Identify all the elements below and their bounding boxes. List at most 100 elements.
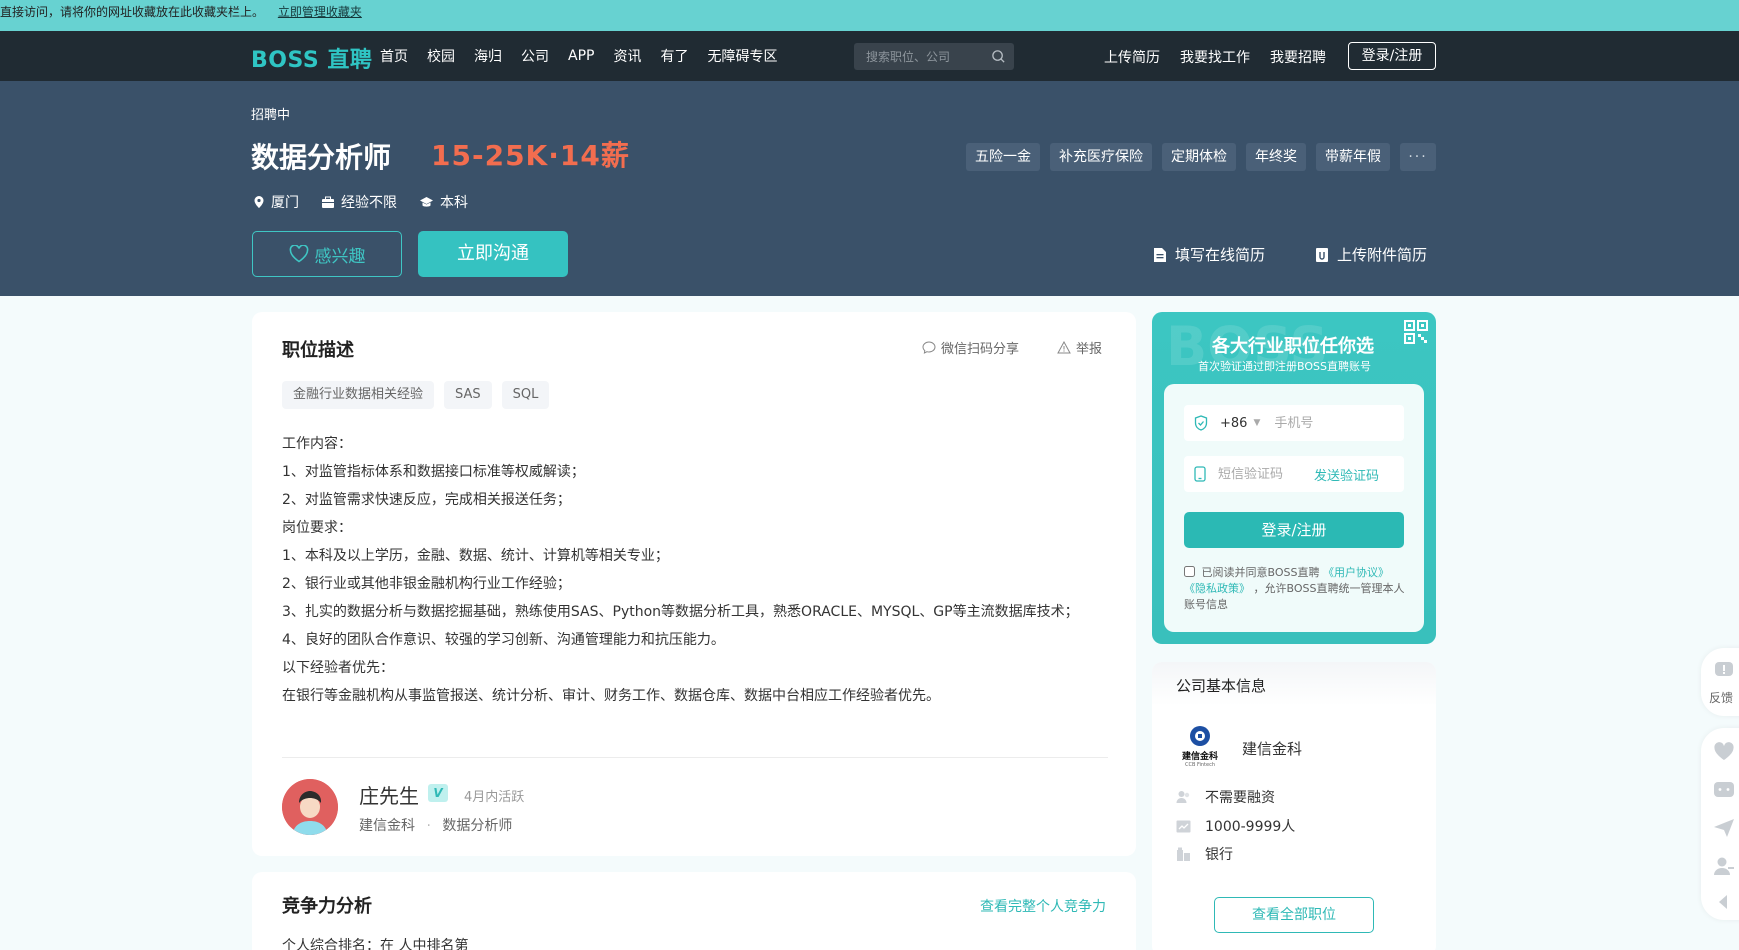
interest-button[interactable]: 感兴趣: [252, 231, 402, 277]
company-logo[interactable]: 建信金科 CCB Fintech: [1175, 725, 1225, 769]
chat-bubble-icon: [922, 341, 936, 354]
nav-news[interactable]: 资讯: [613, 46, 641, 66]
phone-field: +86 ▼: [1184, 405, 1404, 441]
interest-label: 感兴趣: [314, 246, 366, 267]
header-search: [854, 43, 1014, 70]
recruiter-avatar[interactable]: [282, 779, 338, 835]
sms-code-field: 发送验证码: [1184, 456, 1404, 492]
company-size: 1000-9999人: [1176, 816, 1295, 836]
description-line: 1、本科及以上学历，金融、数据、统计、计算机等相关专业；: [282, 548, 669, 564]
nav-company[interactable]: 公司: [521, 46, 549, 66]
online-resume-label: 填写在线简历: [1175, 246, 1266, 264]
industry-text: 银行: [1205, 847, 1233, 863]
job-city-text: 厦门: [271, 195, 299, 211]
find-job-link[interactable]: 我要找工作: [1180, 47, 1250, 67]
skill-tag: SAS: [444, 381, 492, 409]
collapse-arrow-icon[interactable]: [1717, 894, 1729, 910]
ccb-logo-icon: [1190, 726, 1210, 746]
job-degree-text: 本科: [440, 195, 468, 211]
benefit-tag: 五险一金: [966, 143, 1040, 171]
benefit-tags: 五险一金 补充医疗保险 定期体检 年终奖 带薪年假 ···: [956, 143, 1436, 171]
job-experience: 经验不限: [321, 192, 397, 212]
login-card: BOSS 各大行业职位任你选 首次验证通过即注册BOSS直聘账号 +86 ▼ 发…: [1152, 312, 1436, 644]
upload-attachment-label: 上传附件简历: [1337, 246, 1428, 264]
sms-code-input[interactable]: [1218, 466, 1308, 482]
company-card-title: 公司基本信息: [1176, 677, 1267, 695]
user-agreement-link[interactable]: 《用户协议》: [1323, 566, 1389, 579]
description-line: 2、对监管需求快速反应，完成相关报送任务；: [282, 492, 571, 508]
people-icon: [1176, 791, 1190, 803]
company-card-header: 公司基本信息: [1152, 662, 1436, 706]
agreement-checkbox[interactable]: [1184, 566, 1195, 577]
company-logo-text: 建信金科: [1181, 752, 1218, 762]
manage-favorites-link[interactable]: 立即管理收藏夹: [278, 5, 362, 19]
nav-overseas[interactable]: 海归: [474, 46, 502, 66]
job-status: 招聘中: [251, 108, 291, 123]
resume-icon: [1154, 247, 1166, 262]
job-description-card: 职位描述 微信扫码分享 举报 金融行业数据相关经验 SAS SQL 工作内容： …: [252, 312, 1136, 856]
search-icon[interactable]: [991, 49, 1006, 64]
agreement-text: 已阅读并同意BOSS直聘 《用户协议》 《隐私政策》 ，允许BOSS直聘统一管理…: [1184, 565, 1406, 613]
send-code-button[interactable]: 发送验证码: [1314, 465, 1379, 484]
feedback-widget[interactable]: 反馈: [1701, 648, 1739, 716]
attachment-icon: [1316, 247, 1328, 262]
competition-title: 竞争力分析: [282, 896, 372, 917]
benefit-tag: 定期体检: [1162, 143, 1236, 171]
report-button[interactable]: 举报: [1057, 338, 1102, 357]
boss-logo[interactable]: BOSS 直聘: [251, 42, 372, 74]
user-icon[interactable]: [1713, 856, 1735, 876]
login-submit-button[interactable]: 登录/注册: [1184, 512, 1404, 548]
company-logo-subtext: CCB Fintech: [1184, 762, 1216, 768]
company-name[interactable]: 建信金科: [1242, 738, 1302, 759]
benefit-tag: 年终奖: [1246, 143, 1306, 171]
more-benefits-button[interactable]: ···: [1400, 143, 1436, 171]
send-icon[interactable]: [1713, 818, 1735, 838]
agreement-prefix: 已阅读并同意BOSS直聘: [1201, 566, 1320, 579]
nav-accessibility[interactable]: 无障碍专区: [707, 46, 777, 66]
shield-icon: [1194, 415, 1208, 431]
message-icon[interactable]: [1713, 780, 1735, 800]
building-icon: [1177, 847, 1190, 861]
nav-campus[interactable]: 校园: [427, 46, 455, 66]
online-resume-link[interactable]: 填写在线简历: [1153, 244, 1265, 265]
verified-badge: V: [428, 784, 448, 802]
competition-card: 竞争力分析 查看完整个人竞争力 个人综合排名：在 人中排名第: [252, 872, 1136, 950]
phone-input[interactable]: [1274, 415, 1385, 431]
chevron-down-icon[interactable]: ▼: [1253, 418, 1260, 428]
job-title: 数据分析师: [251, 141, 392, 174]
description-line: 工作内容：: [282, 436, 352, 452]
country-code-select[interactable]: +86: [1220, 416, 1247, 431]
main-nav: 首页 职位 校园 海归 公司 APP 资讯 有了 无障碍专区: [380, 31, 796, 524]
header-login-button[interactable]: 登录/注册: [1348, 42, 1436, 70]
heart-icon[interactable]: [1713, 742, 1735, 762]
nav-youle[interactable]: 有了: [660, 46, 688, 66]
nav-home[interactable]: 首页: [380, 46, 408, 66]
description-line: 3、扎实的数据分析与数据挖掘基础，熟练使用SAS、Python等数据分析工具，熟…: [282, 604, 1079, 620]
heart-icon: [289, 245, 308, 263]
privacy-policy-link[interactable]: 《隐私政策》: [1184, 582, 1250, 595]
nav-app[interactable]: APP: [568, 48, 594, 64]
job-banner: 招聘中 数据分析师 15-25K·14薪 厦门 经验不限 本科 五险一金 补充医…: [0, 81, 1739, 296]
upload-attachment-link[interactable]: 上传附件简历: [1315, 244, 1427, 265]
phone-icon: [1194, 466, 1206, 482]
description-line: 岗位要求：: [282, 520, 352, 536]
description-line: 在银行等金融机构从事监管报送、统计分析、审计、财务工作、数据仓库、数据中台相应工…: [282, 688, 940, 704]
recruiter-info: 建信金科 · 数据分析师: [359, 815, 512, 835]
benefit-tag: 补充医疗保险: [1050, 143, 1152, 171]
qr-code-icon[interactable]: [1403, 319, 1429, 345]
share-label: 微信扫码分享: [941, 342, 1020, 357]
job-meta: 厦门 经验不限 本科: [253, 192, 490, 212]
chart-icon: [1176, 820, 1191, 832]
login-title: 各大行业职位任你选: [1212, 336, 1374, 357]
recruit-link[interactable]: 我要招聘: [1270, 47, 1326, 67]
size-text: 1000-9999人: [1205, 819, 1296, 835]
view-all-jobs-button[interactable]: 查看全部职位: [1214, 897, 1374, 933]
person-avatar-icon: [282, 779, 338, 835]
full-competition-link[interactable]: 查看完整个人竞争力: [980, 896, 1106, 916]
wechat-share-button[interactable]: 微信扫码分享: [922, 338, 1019, 357]
upload-resume-link[interactable]: 上传简历: [1104, 47, 1160, 67]
chat-now-button[interactable]: 立即沟通: [418, 231, 568, 277]
separator-dot: ·: [426, 818, 431, 834]
feedback-icon: [1715, 662, 1733, 676]
search-input[interactable]: [866, 43, 986, 70]
